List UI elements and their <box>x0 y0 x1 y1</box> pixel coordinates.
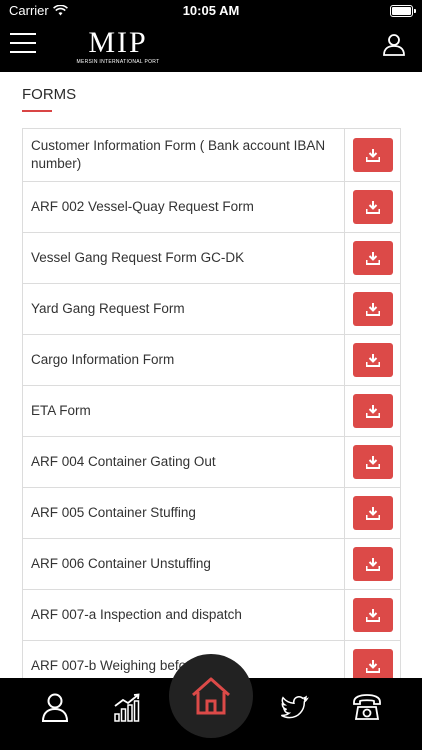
menu-button[interactable] <box>10 33 36 55</box>
form-row: ARF 004 Container Gating Out <box>23 437 401 488</box>
logo-mark: MIP <box>88 26 148 59</box>
header-bar: Carrier 10:05 AM MIP MERSIN INTERNATIONA… <box>0 0 422 72</box>
download-button[interactable] <box>352 547 393 581</box>
tab-bar <box>0 654 422 750</box>
form-action-cell <box>345 182 401 232</box>
phone-icon <box>353 694 381 720</box>
download-button[interactable] <box>352 598 393 632</box>
logo: MIP MERSIN INTERNATIONAL PORT <box>74 28 162 72</box>
download-icon <box>365 608 380 622</box>
tab-twitter[interactable] <box>280 690 310 724</box>
tab-home[interactable] <box>169 654 253 738</box>
form-row: ARF 006 Container Unstuffing <box>23 539 401 590</box>
form-row: Cargo Information Form <box>23 335 401 386</box>
form-action-cell <box>345 129 401 181</box>
download-icon <box>365 659 380 673</box>
download-icon <box>365 200 380 214</box>
download-button[interactable] <box>352 241 393 275</box>
tab-contact[interactable] <box>352 690 382 724</box>
form-label: Customer Information Form ( Bank account… <box>23 129 345 181</box>
form-row: Vessel Gang Request Form GC-DK <box>23 233 401 284</box>
download-button[interactable] <box>352 190 393 224</box>
menu-icon <box>10 33 36 35</box>
tab-statistics[interactable] <box>112 690 142 724</box>
form-label: ETA Form <box>23 386 345 436</box>
home-icon <box>192 677 230 715</box>
form-action-cell <box>345 335 401 385</box>
form-row: Customer Information Form ( Bank account… <box>23 129 401 182</box>
form-row: ARF 002 Vessel-Quay Request Form <box>23 182 401 233</box>
form-label: ARF 005 Container Stuffing <box>23 488 345 538</box>
form-row: ARF 007-a Inspection and dispatch <box>23 590 401 641</box>
download-icon <box>365 148 380 162</box>
download-button[interactable] <box>352 496 393 530</box>
download-button[interactable] <box>352 343 393 377</box>
download-icon <box>365 302 380 316</box>
profile-icon <box>41 693 69 722</box>
form-row: ARF 005 Container Stuffing <box>23 488 401 539</box>
chart-icon <box>114 693 140 722</box>
download-button[interactable] <box>352 138 393 172</box>
form-action-cell <box>345 539 401 589</box>
battery-icon <box>390 5 416 17</box>
page-title: FORMS <box>22 86 77 103</box>
form-label: ARF 002 Vessel-Quay Request Form <box>23 182 345 232</box>
status-time: 10:05 AM <box>182 3 240 18</box>
forms-table: Customer Information Form ( Bank account… <box>22 128 401 692</box>
form-label: Vessel Gang Request Form GC-DK <box>23 233 345 283</box>
download-icon <box>365 353 380 367</box>
download-button[interactable] <box>352 445 393 479</box>
form-label: Yard Gang Request Form <box>23 284 345 334</box>
tab-profile[interactable] <box>40 690 70 724</box>
status-bar: Carrier 10:05 AM <box>0 0 422 22</box>
form-action-cell <box>345 590 401 640</box>
form-label: ARF 007-a Inspection and dispatch <box>23 590 345 640</box>
twitter-icon <box>281 695 309 719</box>
download-icon <box>365 251 380 265</box>
download-icon <box>365 404 380 418</box>
logo-subtitle: MERSIN INTERNATIONAL PORT <box>76 59 160 65</box>
download-icon <box>365 506 380 520</box>
form-row: ETA Form <box>23 386 401 437</box>
form-action-cell <box>345 437 401 487</box>
form-action-cell <box>345 233 401 283</box>
form-action-cell <box>345 488 401 538</box>
download-button[interactable] <box>352 292 393 326</box>
download-icon <box>365 557 380 571</box>
download-icon <box>365 455 380 469</box>
download-button[interactable] <box>352 394 393 428</box>
form-action-cell <box>345 386 401 436</box>
user-icon <box>383 34 405 56</box>
form-label: Cargo Information Form <box>23 335 345 385</box>
form-action-cell <box>345 284 401 334</box>
form-row: Yard Gang Request Form <box>23 284 401 335</box>
title-underline <box>22 110 52 112</box>
form-label: ARF 006 Container Unstuffing <box>23 539 345 589</box>
user-button[interactable] <box>382 32 406 56</box>
form-label: ARF 004 Container Gating Out <box>23 437 345 487</box>
